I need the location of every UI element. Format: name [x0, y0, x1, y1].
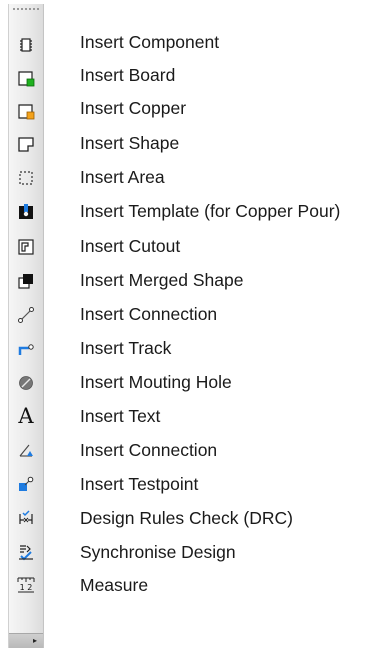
- label-insert-track: Insert Track: [80, 338, 172, 358]
- label-insert-merged-shape: Insert Merged Shape: [80, 270, 244, 290]
- label-insert-connection-2: Insert Connection: [80, 440, 218, 460]
- insert-mounting-hole-button[interactable]: [11, 369, 41, 397]
- measure-glyph: 1 2: [20, 583, 33, 592]
- toolbar-grip[interactable]: [12, 7, 40, 11]
- insert-area-button[interactable]: [11, 164, 41, 192]
- toolbar-overflow-button[interactable]: ▸: [9, 633, 43, 648]
- label-insert-copper: Insert Copper: [80, 98, 187, 118]
- label-measure: Measure: [80, 575, 149, 595]
- synchronise-design-button[interactable]: [11, 538, 41, 566]
- label-insert-template: Insert Template (for Copper Pour): [80, 201, 341, 221]
- label-insert-board: Insert Board: [80, 65, 176, 85]
- label-insert-mounting-hole: Insert Mouting Hole: [80, 372, 232, 392]
- overflow-arrow-icon: ▸: [32, 636, 37, 645]
- testpoint-icon: [19, 476, 34, 491]
- insert-testpoint-button[interactable]: [11, 470, 41, 498]
- label-insert-area: Insert Area: [80, 167, 165, 187]
- label-insert-text: Insert Text: [80, 406, 161, 426]
- component-icon: [20, 38, 32, 52]
- copper-icon: [18, 104, 35, 120]
- label-insert-connection: Insert Connection: [80, 304, 218, 324]
- connection-icon: [18, 307, 34, 323]
- drc-button[interactable]: [11, 504, 41, 532]
- connection-arrow-icon: [19, 444, 33, 457]
- mounting-hole-icon: [19, 376, 33, 390]
- insert-connection-button[interactable]: [11, 301, 41, 329]
- insert-copper-button[interactable]: [11, 97, 41, 125]
- drc-icon: [19, 510, 33, 524]
- track-icon: [18, 344, 34, 355]
- insert-cutout-button[interactable]: [11, 233, 41, 261]
- label-synchronise-design: Synchronise Design: [80, 542, 236, 562]
- template-icon: [19, 204, 33, 219]
- insert-shape-button[interactable]: [11, 130, 41, 158]
- synchronise-icon: [19, 545, 33, 561]
- label-insert-testpoint: Insert Testpoint: [80, 474, 199, 494]
- insert-track-button[interactable]: [11, 335, 41, 363]
- board-icon: [18, 71, 35, 87]
- label-insert-component: Insert Component: [80, 32, 220, 52]
- measure-icon: 1 2: [17, 577, 35, 593]
- insert-template-button[interactable]: [11, 198, 41, 226]
- text-icon: A: [18, 404, 34, 428]
- label-drc: Design Rules Check (DRC): [80, 508, 293, 528]
- insert-connection-arrow-button[interactable]: [11, 436, 41, 464]
- merged-shape-icon: [18, 274, 33, 289]
- label-insert-shape: Insert Shape: [80, 133, 180, 153]
- measure-button[interactable]: 1 2: [11, 571, 41, 599]
- cutout-icon: [18, 239, 34, 255]
- area-icon: [19, 171, 33, 185]
- insert-toolbar: A 1 2 ▸: [8, 4, 44, 648]
- insert-text-button[interactable]: A: [11, 402, 41, 430]
- insert-board-button[interactable]: [11, 64, 41, 92]
- insert-component-button[interactable]: [11, 31, 41, 59]
- shape-icon: [18, 137, 34, 152]
- insert-merged-shape-button[interactable]: [11, 267, 41, 295]
- label-insert-cutout: Insert Cutout: [80, 236, 181, 256]
